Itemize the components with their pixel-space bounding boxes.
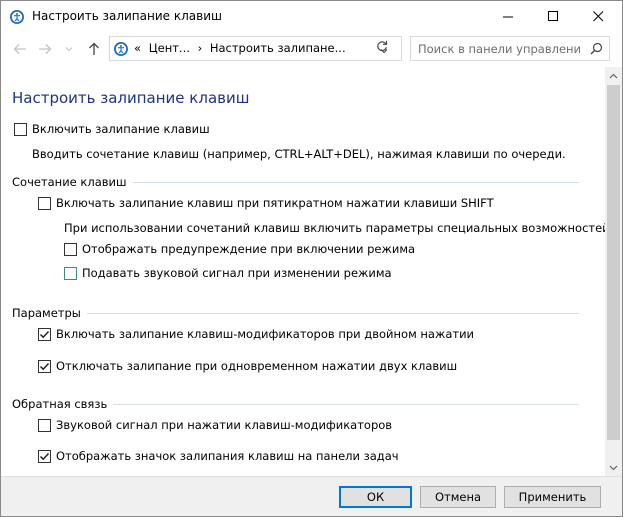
scroll-up-button[interactable] <box>605 67 622 84</box>
address-bar[interactable]: « Цент... › Настроить залипане... <box>109 36 402 61</box>
breadcrumb-item-current[interactable]: Настроить залипане... <box>210 41 346 55</box>
shift-shortcut-label: Включать залипание клавиш при пятикратно… <box>56 196 494 210</box>
sticky-keys-description: Вводить сочетание клавиш (например, CTRL… <box>32 147 566 161</box>
arrow-right-icon <box>39 44 52 54</box>
scrollbar-thumb[interactable] <box>607 85 620 440</box>
up-button[interactable] <box>84 40 104 58</box>
main-content: Настроить залипание клавиш Включить зали… <box>1 69 605 474</box>
checkmark-icon <box>39 362 50 370</box>
modifier-beep-checkbox[interactable] <box>38 418 51 432</box>
vertical-scrollbar[interactable] <box>605 67 622 476</box>
checkmark-icon <box>39 330 50 338</box>
close-icon <box>593 10 604 21</box>
group-title-shortcut: Сочетание клавиш <box>12 175 127 189</box>
search-box[interactable] <box>410 36 610 61</box>
modifier-beep-option[interactable]: Звуковой сигнал при нажатии клавиш-модиф… <box>38 418 392 432</box>
show-warning-checkbox[interactable] <box>64 242 77 256</box>
cancel-button[interactable]: Отмена <box>420 486 496 508</box>
show-warning-label: Отображать предупреждение при включении … <box>82 242 416 256</box>
taskbar-icon-option[interactable]: Отображать значок залипания клавиш на па… <box>38 449 399 463</box>
page-title: Настроить залипание клавиш <box>12 89 250 107</box>
apply-button[interactable]: Применить <box>504 486 601 508</box>
taskbar-icon-checkbox[interactable] <box>38 449 51 463</box>
enable-sticky-keys-checkbox[interactable] <box>14 122 27 136</box>
search-input[interactable] <box>411 37 581 60</box>
group-divider <box>132 181 579 183</box>
chevron-up-icon <box>609 73 618 78</box>
minimize-button[interactable] <box>486 1 531 31</box>
back-button[interactable] <box>10 40 30 58</box>
control-panel-icon <box>113 41 129 57</box>
mode-sound-checkbox[interactable] <box>64 266 77 280</box>
double-press-checkbox[interactable] <box>38 327 51 341</box>
ok-button[interactable]: ОК <box>339 486 412 508</box>
search-icon[interactable] <box>590 42 603 58</box>
refresh-icon <box>377 40 388 52</box>
group-divider <box>113 403 579 405</box>
scroll-down-button[interactable] <box>605 459 622 476</box>
sticky-keys-window: Настроить залипание клавиш « Цент... › Н… <box>0 0 623 517</box>
minimize-icon <box>503 16 513 17</box>
window-title: Настроить залипание клавиш <box>32 9 222 23</box>
enable-sticky-keys-label: Включить залипание клавиш <box>32 122 210 136</box>
breadcrumb: « Цент... › Настроить залипане... <box>134 41 350 55</box>
close-button[interactable] <box>576 1 621 31</box>
breadcrumb-separator[interactable]: › <box>198 41 203 55</box>
mode-sound-label: Подавать звуковой сигнал при изменении р… <box>82 266 392 280</box>
taskbar-icon-label: Отображать значок залипания клавиш на па… <box>56 449 399 463</box>
modifier-beep-label: Звуковой сигнал при нажатии клавиш-модиф… <box>56 418 393 432</box>
forward-button[interactable] <box>35 40 55 58</box>
maximize-icon <box>548 10 558 21</box>
enable-sticky-keys-option[interactable]: Включить залипание клавиш <box>14 122 210 136</box>
group-title-options: Параметры <box>12 306 81 320</box>
group-title-feedback: Обратная связь <box>12 397 108 411</box>
group-header-shortcut: Сочетание клавиш <box>12 175 579 189</box>
group-header-options: Параметры <box>12 306 579 320</box>
two-keys-option[interactable]: Отключать залипание при одновременном на… <box>38 359 457 373</box>
show-warning-option[interactable]: Отображать предупреждение при включении … <box>64 242 415 256</box>
chevron-down-icon <box>609 465 618 470</box>
maximize-button[interactable] <box>531 1 576 31</box>
arrow-up-icon <box>89 42 99 55</box>
shift-shortcut-option[interactable]: Включать залипание клавиш при пятикратно… <box>38 196 494 210</box>
chevron-down-icon <box>65 47 73 52</box>
shortcut-note: При использовании сочетаний клавиш включ… <box>64 221 605 235</box>
refresh-button[interactable] <box>376 40 388 55</box>
mode-sound-option[interactable]: Подавать звуковой сигнал при изменении р… <box>64 266 392 280</box>
checkmark-icon <box>39 452 50 460</box>
two-keys-checkbox[interactable] <box>38 359 51 373</box>
shift-shortcut-checkbox[interactable] <box>38 196 51 210</box>
group-divider <box>86 312 579 314</box>
breadcrumb-item-center[interactable]: Цент... <box>149 41 190 55</box>
navigation-bar: « Цент... › Настроить залипане... <box>1 32 622 66</box>
ease-of-access-icon <box>9 9 25 25</box>
double-press-option[interactable]: Включать залипание клавиш-модификаторов … <box>38 327 474 341</box>
group-header-feedback: Обратная связь <box>12 397 579 411</box>
recent-locations-button[interactable] <box>59 40 79 58</box>
dialog-button-bar: ОК Отмена Применить <box>1 476 622 516</box>
breadcrumb-overflow[interactable]: « <box>134 41 141 55</box>
two-keys-label: Отключать залипание при одновременном на… <box>56 359 458 373</box>
title-bar: Настроить залипание клавиш <box>1 1 622 32</box>
double-press-label: Включать залипание клавиш-модификаторов … <box>56 327 475 341</box>
arrow-left-icon <box>13 44 26 54</box>
